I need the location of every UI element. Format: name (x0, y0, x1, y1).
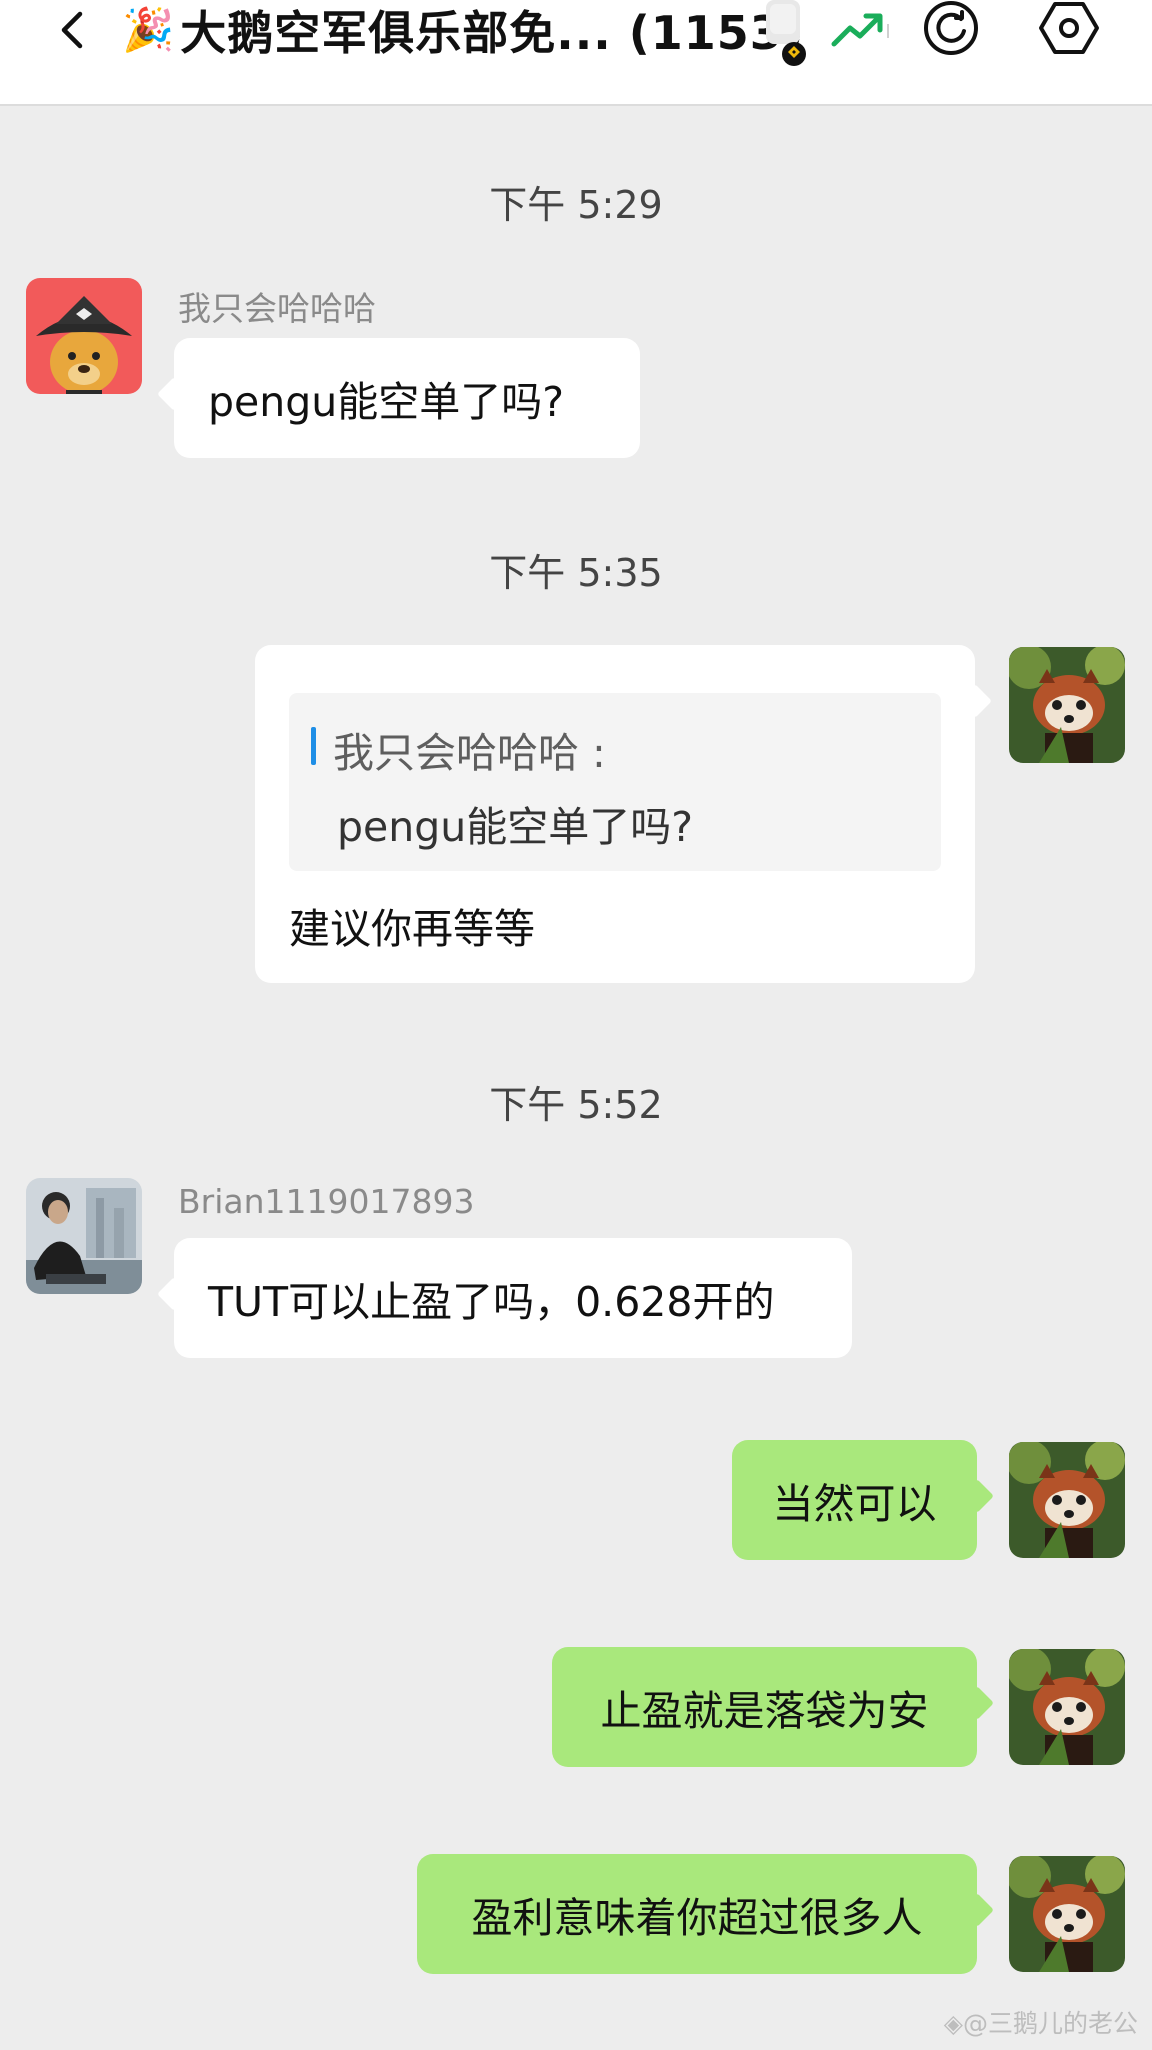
settings-icon[interactable] (1036, 0, 1102, 60)
avatar-self[interactable] (1009, 1649, 1125, 1765)
avatar-self[interactable] (1009, 1856, 1125, 1972)
sync-icon[interactable] (918, 0, 984, 60)
message-text: pengu能空单了吗? (208, 378, 565, 426)
group-chat-title: 大鹅空军俱乐部免... (1153) (180, 6, 805, 60)
message-bubble-incoming[interactable]: pengu能空单了吗? (174, 338, 640, 458)
time-divider: 下午 5:29 (489, 183, 663, 227)
quote-author: 我只会哈哈哈 : (333, 729, 606, 777)
message-bubble-outgoing[interactable]: 当然可以 (732, 1440, 977, 1560)
sender-name: Brian1119017893 (178, 1182, 475, 1221)
avatar-self[interactable] (1009, 1442, 1125, 1558)
message-text: 止盈就是落袋为安 (600, 1687, 929, 1735)
back-arrow-icon[interactable] (52, 8, 96, 52)
avatar-user-brian[interactable] (26, 1178, 142, 1294)
binance-badge-icon (766, 0, 806, 66)
quote-text: pengu能空单了吗? (337, 803, 694, 851)
quote-indicator-bar (311, 727, 316, 765)
sender-name: 我只会哈哈哈 (178, 289, 376, 328)
time-divider: 下午 5:35 (489, 551, 663, 595)
message-bubble-incoming[interactable]: TUT可以止盈了吗，0.628开的 (174, 1238, 852, 1358)
party-popper-icon: 🎉 (122, 5, 175, 54)
message-text: 当然可以 (772, 1480, 937, 1528)
avatar-self[interactable] (1009, 647, 1125, 763)
message-bubble-outgoing[interactable]: 盈利意味着你超过很多人 (417, 1854, 977, 1974)
time-divider: 下午 5:52 (489, 1083, 663, 1127)
watermark: ◈@三鹅儿的老公 (943, 2009, 1138, 2038)
message-bubble-outgoing[interactable]: 止盈就是落袋为安 (552, 1647, 977, 1767)
message-text: 建议你再等等 (289, 905, 535, 953)
chat-title-row[interactable]: 🎉 大鹅空军俱乐部免... (1153) (122, 0, 805, 60)
message-text: 盈利意味着你超过很多人 (471, 1894, 923, 1942)
chat-header: 🎉 大鹅空军俱乐部免... (1153) (0, 0, 1152, 106)
avatar-user-hahaha[interactable] (26, 278, 142, 394)
message-text: TUT可以止盈了吗，0.628开的 (208, 1278, 775, 1326)
message-bubble-reply[interactable]: 我只会哈哈哈 : pengu能空单了吗? 建议你再等等 (255, 645, 975, 983)
quoted-message[interactable]: 我只会哈哈哈 : pengu能空单了吗? (289, 693, 941, 871)
trending-up-icon[interactable] (830, 10, 890, 50)
